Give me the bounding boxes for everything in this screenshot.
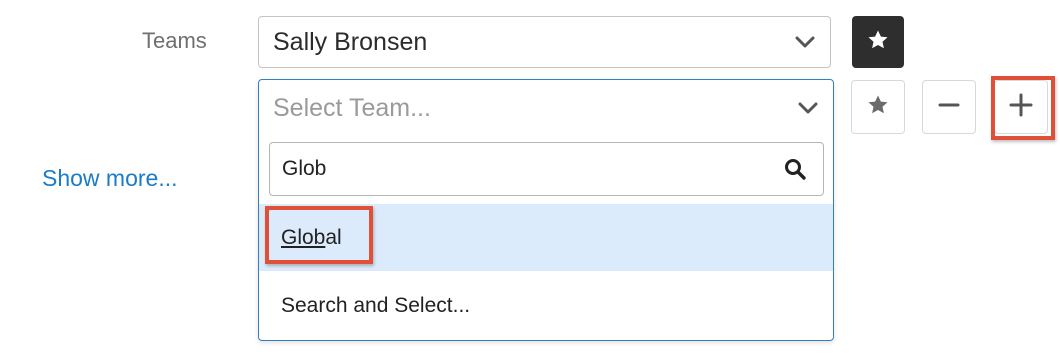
result-item-label: Global <box>259 226 342 250</box>
result-rest-text: al <box>325 225 342 249</box>
team-select[interactable]: Select Team... <box>259 80 833 136</box>
plus-icon <box>1008 92 1034 123</box>
team-select-placeholder: Select Team... <box>273 93 431 122</box>
primary-team-value: Sally Bronsen <box>273 27 428 56</box>
result-match-text: Glob <box>281 225 326 249</box>
teams-field-label: Teams <box>142 28 207 53</box>
team-star-button[interactable] <box>851 80 905 134</box>
primary-team-select[interactable]: Sally Bronsen <box>258 16 831 68</box>
add-team-button[interactable] <box>994 80 1048 134</box>
result-item-global[interactable]: Global <box>259 204 833 271</box>
remove-team-button[interactable] <box>922 80 976 134</box>
search-and-select-option[interactable]: Search and Select... <box>259 272 833 340</box>
team-search-input[interactable] <box>270 156 781 182</box>
chevron-down-icon <box>797 97 819 119</box>
team-search-field[interactable] <box>269 142 824 196</box>
minus-icon <box>937 93 961 122</box>
search-icon[interactable] <box>781 155 809 183</box>
team-select-dropdown: Select Team... Global Search and Select.… <box>258 79 834 341</box>
search-and-select-label: Search and Select... <box>281 294 471 317</box>
star-icon <box>866 28 890 57</box>
primary-team-star-button[interactable] <box>852 16 904 68</box>
teams-field-panel: Teams Sally Bronsen Select Team... Globa… <box>0 0 1060 354</box>
chevron-down-icon <box>794 31 816 53</box>
star-icon <box>866 93 890 122</box>
show-more-link[interactable]: Show more... <box>42 165 178 192</box>
